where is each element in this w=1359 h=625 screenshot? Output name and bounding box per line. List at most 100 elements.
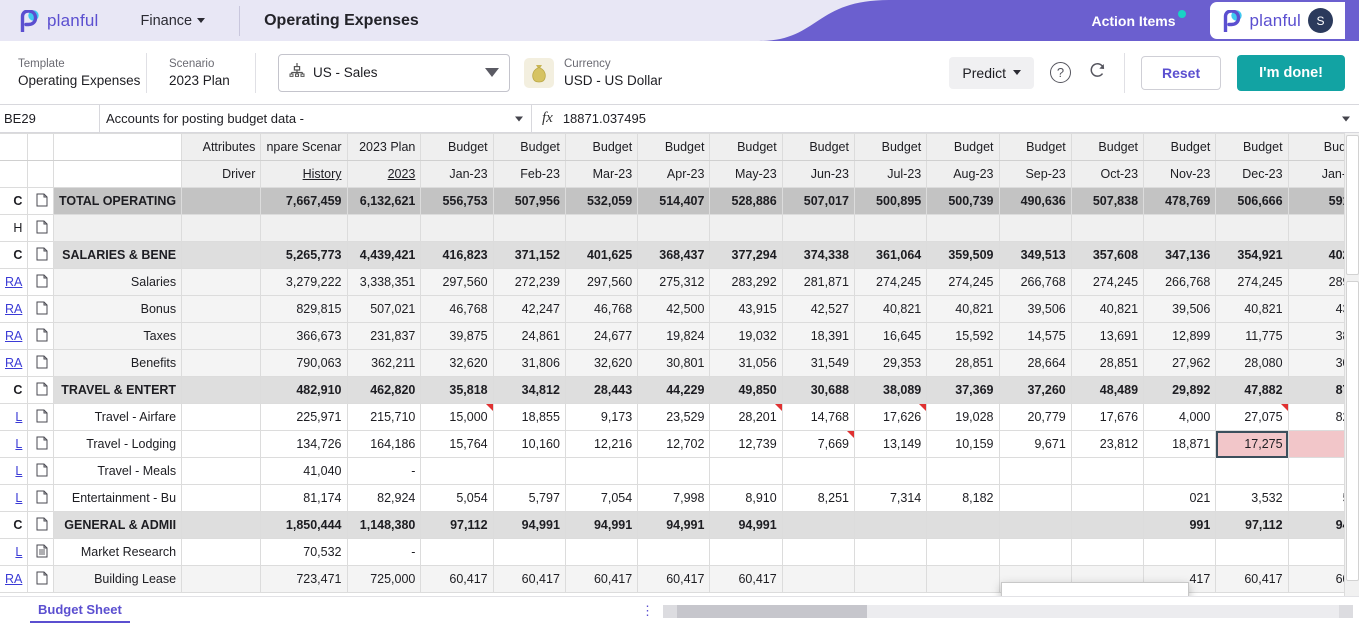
row-tag-cell[interactable]: L: [0, 403, 29, 431]
value-cell[interactable]: 500,895: [854, 187, 928, 215]
row-label[interactable]: Travel - Airfare: [53, 403, 183, 431]
column-header-period[interactable]: History: [260, 160, 348, 188]
predict-button[interactable]: Predict: [949, 56, 1034, 89]
value-cell[interactable]: 27,075: [1215, 403, 1289, 431]
value-cell[interactable]: 31,056: [709, 349, 783, 377]
column-header-period[interactable]: 2023: [347, 160, 422, 188]
value-cell[interactable]: 28,201: [709, 403, 783, 431]
value-cell[interactable]: 514,407: [637, 187, 711, 215]
value-cell[interactable]: [709, 538, 783, 566]
value-cell[interactable]: [1071, 484, 1145, 512]
column-header-scenario[interactable]: Budget: [854, 133, 928, 161]
page-icon[interactable]: [36, 436, 48, 453]
page-icon[interactable]: [36, 382, 48, 399]
value-cell[interactable]: 357,608: [1071, 241, 1145, 269]
row-label[interactable]: SALARIES & BENE: [53, 241, 183, 269]
column-header-period[interactable]: Mar-23: [565, 160, 639, 188]
value-cell[interactable]: 81,174: [260, 484, 348, 512]
page-icon[interactable]: [36, 274, 48, 291]
row-tag-cell[interactable]: H: [0, 214, 29, 242]
value-cell[interactable]: 42,527: [782, 295, 855, 323]
row-type-tag[interactable]: RA: [5, 275, 22, 289]
value-cell[interactable]: 134,726: [260, 430, 348, 458]
value-cell[interactable]: 507,838: [1071, 187, 1145, 215]
row-tag-cell[interactable]: RA: [0, 322, 29, 350]
help-icon[interactable]: ?: [1049, 62, 1071, 83]
value-cell[interactable]: 40,821: [1215, 295, 1289, 323]
value-cell[interactable]: 60,417: [1215, 565, 1289, 593]
cell-reference-box[interactable]: BE29: [0, 105, 100, 132]
value-cell[interactable]: 371,152: [493, 241, 566, 269]
value-cell[interactable]: 532,059: [565, 187, 639, 215]
row-tag-cell[interactable]: C: [0, 187, 29, 215]
value-cell[interactable]: 297,560: [565, 268, 639, 296]
header-spacer[interactable]: [0, 160, 29, 188]
table-row[interactable]: C SALARIES & BENE 5,265,773 4,439,421 416,82…: [0, 241, 1359, 269]
value-cell[interactable]: 20,779: [999, 403, 1072, 431]
value-cell[interactable]: [1143, 457, 1217, 485]
value-cell[interactable]: 12,216: [565, 430, 639, 458]
value-cell[interactable]: 377,294: [709, 241, 783, 269]
attribute-cell[interactable]: [181, 538, 262, 566]
value-cell[interactable]: 1,850,444: [260, 511, 348, 539]
row-tag-cell[interactable]: RA: [0, 565, 29, 593]
attribute-cell[interactable]: [181, 268, 262, 296]
value-cell[interactable]: 506,666: [1215, 187, 1289, 215]
value-cell[interactable]: [854, 214, 928, 242]
column-header-scenario[interactable]: Budget: [709, 133, 783, 161]
column-header-scenario[interactable]: Attributes: [181, 133, 262, 161]
row-icon-cell[interactable]: [27, 511, 54, 539]
value-cell[interactable]: [637, 457, 711, 485]
value-cell[interactable]: 39,506: [999, 295, 1072, 323]
column-header-period[interactable]: Apr-23: [637, 160, 711, 188]
page-icon[interactable]: [36, 301, 48, 318]
value-cell[interactable]: 507,017: [782, 187, 855, 215]
row-tag-cell[interactable]: RA: [0, 268, 29, 296]
row-type-tag[interactable]: L: [15, 491, 22, 505]
vertical-scrollbar-thumb[interactable]: [1346, 281, 1359, 581]
value-cell[interactable]: 366,673: [260, 322, 348, 350]
row-icon-cell[interactable]: [27, 322, 54, 350]
value-cell[interactable]: [565, 214, 639, 242]
brand-chip[interactable]: planful S: [1209, 2, 1345, 39]
value-cell[interactable]: 49,850: [709, 376, 783, 404]
value-cell[interactable]: 29,892: [1143, 376, 1217, 404]
value-cell[interactable]: [347, 214, 422, 242]
row-label[interactable]: Entertainment - Bu: [53, 484, 183, 512]
cell-menu-item[interactable]: Methods: [1002, 589, 1188, 596]
value-cell[interactable]: 021: [1143, 484, 1217, 512]
column-header-scenario[interactable]: Budget: [1143, 133, 1217, 161]
row-type-tag[interactable]: L: [15, 437, 22, 451]
column-header-scenario[interactable]: Budget: [782, 133, 855, 161]
value-cell[interactable]: 14,768: [782, 403, 855, 431]
value-cell[interactable]: 60,417: [420, 565, 494, 593]
value-cell[interactable]: 12,899: [1143, 322, 1217, 350]
entity-select[interactable]: US - Sales: [278, 53, 510, 92]
table-row[interactable]: RA Bonus 829,815 507,021 46,768 42,247 46,768 4…: [0, 295, 1359, 323]
value-cell[interactable]: [493, 214, 566, 242]
nav-finance-menu[interactable]: Finance: [141, 13, 206, 29]
value-cell[interactable]: 43,915: [709, 295, 783, 323]
value-cell[interactable]: [1143, 214, 1217, 242]
value-cell[interactable]: 725,000: [347, 565, 422, 593]
value-cell[interactable]: 482,910: [260, 376, 348, 404]
value-cell[interactable]: 15,764: [420, 430, 494, 458]
row-icon-cell[interactable]: [27, 565, 54, 593]
attribute-cell[interactable]: [181, 511, 262, 539]
value-cell[interactable]: 266,768: [1143, 268, 1217, 296]
value-cell[interactable]: 507,956: [493, 187, 566, 215]
row-icon-cell[interactable]: [27, 241, 54, 269]
value-cell[interactable]: 3,338,351: [347, 268, 422, 296]
brand-logo[interactable]: planful: [0, 9, 99, 32]
value-cell[interactable]: 37,260: [999, 376, 1072, 404]
column-header-period[interactable]: May-23: [709, 160, 783, 188]
page-icon[interactable]: [36, 220, 48, 237]
value-cell[interactable]: 3,532: [1215, 484, 1289, 512]
value-cell[interactable]: [260, 214, 348, 242]
value-cell[interactable]: [1071, 457, 1145, 485]
value-cell[interactable]: 274,245: [1071, 268, 1145, 296]
value-cell[interactable]: 528,886: [709, 187, 783, 215]
value-cell[interactable]: [1071, 538, 1145, 566]
reset-button[interactable]: Reset: [1140, 55, 1222, 90]
value-cell[interactable]: 281,871: [782, 268, 855, 296]
